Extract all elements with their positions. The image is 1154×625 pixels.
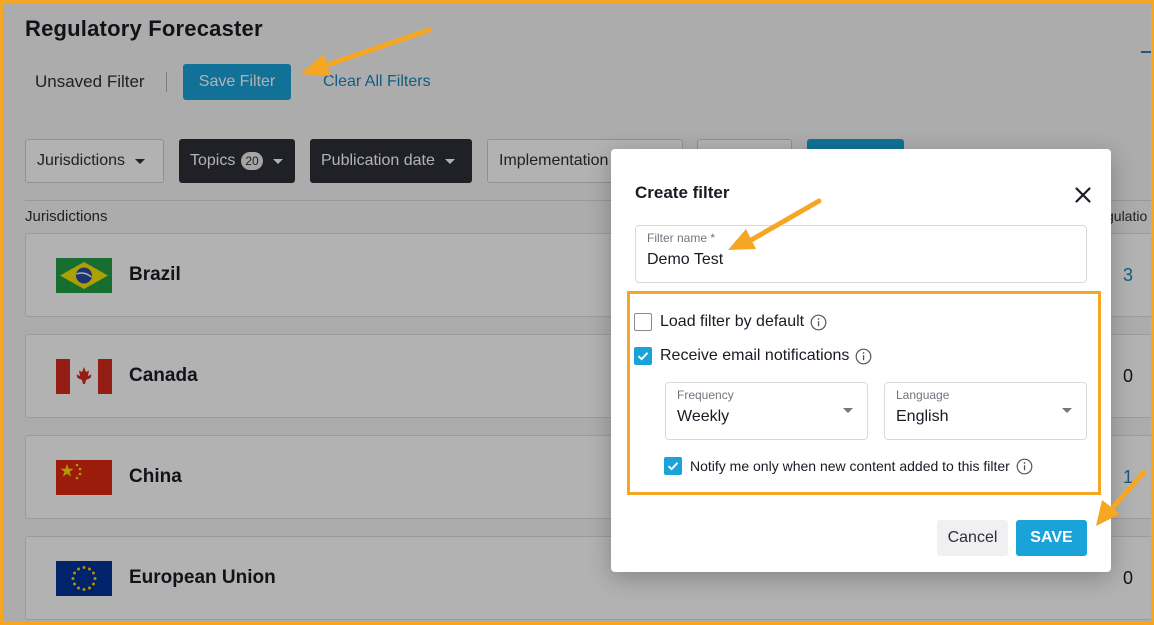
load-default-label: Load filter by default	[660, 313, 805, 330]
save-button[interactable]: SAVE	[1016, 520, 1087, 556]
check-icon	[667, 462, 679, 471]
email-notifications-option[interactable]: Receive email notifications	[634, 347, 872, 365]
chevron-down-icon	[843, 408, 853, 413]
language-value: English	[896, 408, 949, 425]
frequency-label: Frequency	[677, 388, 734, 402]
load-default-option[interactable]: Load filter by default	[634, 313, 827, 331]
create-filter-dialog: Create filter Filter name * Demo Test Lo…	[611, 149, 1111, 572]
info-icon[interactable]	[855, 348, 872, 365]
info-icon[interactable]	[810, 314, 827, 331]
filter-name-value: Demo Test	[647, 251, 724, 268]
notify-new-content-checkbox[interactable]	[664, 457, 682, 475]
notify-new-content-label: Notify me only when new content added to…	[690, 458, 1010, 474]
notify-new-content-option[interactable]: Notify me only when new content added to…	[664, 457, 1033, 475]
info-icon[interactable]	[1016, 458, 1033, 475]
filter-name-label: Filter name *	[647, 231, 716, 245]
load-default-checkbox[interactable]	[634, 313, 652, 331]
language-label: Language	[896, 388, 950, 402]
close-button[interactable]	[1071, 183, 1095, 207]
cancel-button[interactable]: Cancel	[937, 520, 1008, 556]
dialog-title: Create filter	[635, 183, 730, 202]
email-notifications-label: Receive email notifications	[660, 347, 850, 364]
frequency-value: Weekly	[677, 408, 730, 425]
language-select[interactable]: Language English	[884, 382, 1087, 440]
chevron-down-icon	[1062, 408, 1072, 413]
email-notifications-checkbox[interactable]	[634, 347, 652, 365]
close-icon	[1075, 187, 1091, 203]
check-icon	[637, 352, 649, 361]
frequency-select[interactable]: Frequency Weekly	[665, 382, 868, 440]
filter-name-field[interactable]: Filter name * Demo Test	[635, 225, 1087, 283]
